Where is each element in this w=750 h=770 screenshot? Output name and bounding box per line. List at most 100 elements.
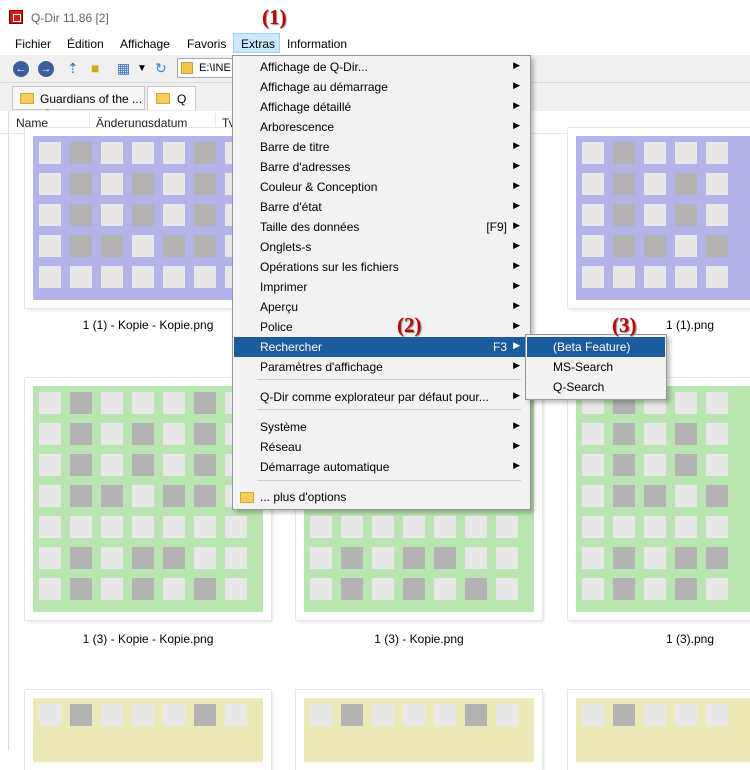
grid-cell (675, 173, 697, 195)
grid-cell (644, 266, 666, 288)
menu-item-q-dir-comme-explorateur-par-d-faut-pour[interactable]: Q-Dir comme explorateur par défaut pour.… (234, 387, 529, 407)
thumbnail-tile[interactable] (568, 690, 750, 770)
menu-item-barre-de-titre[interactable]: Barre de titre ▶ (234, 137, 529, 157)
grid-cell (39, 516, 61, 538)
grid-cell (613, 142, 635, 164)
menu-item-syst-me[interactable]: Système ▶ (234, 417, 529, 437)
thumbnail-tile[interactable] (25, 690, 271, 770)
new-folder-icon[interactable]: ■ (91, 60, 99, 76)
grid-cell (163, 454, 185, 476)
grid-cell (132, 547, 154, 569)
grid-cell (644, 547, 666, 569)
menu-item-r-seau[interactable]: Réseau ▶ (234, 437, 529, 457)
thumbnail-image (33, 386, 263, 612)
menu-item-d-marrage-automatique[interactable]: Démarrage automatique ▶ (234, 457, 529, 477)
menu-item-label: Démarrage automatique (260, 460, 390, 474)
menu-item-op-rations-sur-les-fichiers[interactable]: Opérations sur les fichiers ▶ (234, 257, 529, 277)
app-icon (9, 10, 23, 24)
menu-item-barre-d-adresses[interactable]: Barre d'adresses ▶ (234, 157, 529, 177)
grid-cell (706, 142, 728, 164)
chevron-right-icon: ▶ (513, 160, 520, 170)
menu-favoris[interactable]: Favoris (187, 37, 226, 51)
menu-item-arborescence[interactable]: Arborescence ▶ (234, 117, 529, 137)
grid-cell (403, 704, 425, 726)
grid-cell (39, 266, 61, 288)
refresh-icon[interactable]: ↻ (155, 60, 167, 77)
folder-icon (240, 492, 254, 503)
menu-item-label: Affichage au démarrage (260, 80, 388, 94)
thumbnail-tile[interactable] (568, 378, 750, 620)
forward-icon[interactable]: → (38, 61, 54, 77)
grid-cell (582, 235, 604, 257)
menu-item-imprimer[interactable]: Imprimer ▶ (234, 277, 529, 297)
thumbnail-image (576, 136, 750, 300)
grid-cell (706, 173, 728, 195)
grid-cell (496, 516, 518, 538)
grid-cell (644, 204, 666, 226)
grid-cell (372, 578, 394, 600)
tab-q[interactable]: Q (147, 86, 196, 110)
menu-item-rechercher[interactable]: Rechercher F3 ▶ (234, 337, 529, 357)
grid-cell (132, 173, 154, 195)
grid-cell (644, 454, 666, 476)
menu-item-police[interactable]: Police ▶ (234, 317, 529, 337)
grid-cell (194, 454, 216, 476)
file-caption[interactable]: 1 (3) - Kopie - Kopie.png (28, 632, 268, 646)
grid-cell (675, 547, 697, 569)
menu-extras[interactable]: Extras (233, 33, 280, 53)
chevron-right-icon: ▶ (513, 220, 520, 230)
grid-cell (613, 516, 635, 538)
file-caption[interactable]: 1 (3) - Kopie.png (299, 632, 539, 646)
menu-item-plus-d-options[interactable]: ... plus d'options (234, 487, 529, 507)
pane-border (8, 111, 9, 750)
menu-item-aper-u[interactable]: Aperçu ▶ (234, 297, 529, 317)
grid-cell (101, 547, 123, 569)
menu-item-param-tres-d-affichage[interactable]: Paramètres d'affichage ▶ (234, 357, 529, 377)
address-bar[interactable]: E:\INE (177, 58, 237, 78)
menu-item-onglets-s[interactable]: Onglets-s ▶ (234, 237, 529, 257)
grid-cell (39, 423, 61, 445)
menu-item-couleur-conception[interactable]: Couleur & Conception ▶ (234, 177, 529, 197)
menu-fichier[interactable]: Fichier (15, 37, 51, 51)
menu-item-taille-des-donn-es[interactable]: Taille des données [F9] ▶ (234, 217, 529, 237)
menu-affichage[interactable]: Affichage (120, 37, 170, 51)
grid-cell (70, 423, 92, 445)
menu-edition[interactable]: Édition (67, 37, 104, 51)
sort-arrow-icon: ˆ (46, 108, 49, 118)
menu-item-barre-d-tat[interactable]: Barre d'état ▶ (234, 197, 529, 217)
thumbnail-image (33, 136, 263, 300)
menu-item-affichage-d-taill[interactable]: Affichage détaillé ▶ (234, 97, 529, 117)
chevron-right-icon: ▶ (513, 100, 520, 110)
menu-information[interactable]: Information (287, 37, 347, 51)
file-caption[interactable]: 1 (3).png (570, 632, 750, 646)
grid-cell (163, 204, 185, 226)
grid-cell (70, 235, 92, 257)
grid-cell (582, 485, 604, 507)
back-icon[interactable]: ← (13, 61, 29, 77)
grid-cell (706, 204, 728, 226)
grid-cell (194, 392, 216, 414)
menu-item-affichage-de-q-dir[interactable]: Affichage de Q-Dir... ▶ (234, 57, 529, 77)
submenu-item-q-search[interactable]: Q-Search (527, 377, 665, 397)
tab-guardians[interactable]: Guardians of the ... (12, 86, 145, 110)
thumbnail-tile[interactable] (568, 128, 750, 308)
file-caption[interactable]: 1 (1).png (570, 318, 750, 332)
grid-cell (70, 142, 92, 164)
grid-cell (194, 235, 216, 257)
menu-item-label: Taille des données (260, 220, 360, 234)
grid-cell (101, 516, 123, 538)
grid-cell (675, 454, 697, 476)
up-folder-icon[interactable]: ⇡ (67, 60, 79, 77)
chevron-down-icon[interactable]: ▼ (137, 63, 147, 74)
submenu-item-ms-search[interactable]: MS-Search (527, 357, 665, 377)
submenu-item-beta-feature[interactable]: (Beta Feature) (527, 337, 665, 357)
grid-cell (194, 516, 216, 538)
menu-item-affichage-au-d-marrage[interactable]: Affichage au démarrage ▶ (234, 77, 529, 97)
menu-shortcut: F3 (492, 340, 507, 354)
grid-cell (310, 547, 332, 569)
grid-cell (101, 578, 123, 600)
thumbnail-tile[interactable] (296, 690, 542, 770)
grid-cell (132, 266, 154, 288)
menu-item-label: Aperçu (260, 300, 299, 314)
view-grid-icon[interactable]: ▦ (117, 60, 130, 77)
